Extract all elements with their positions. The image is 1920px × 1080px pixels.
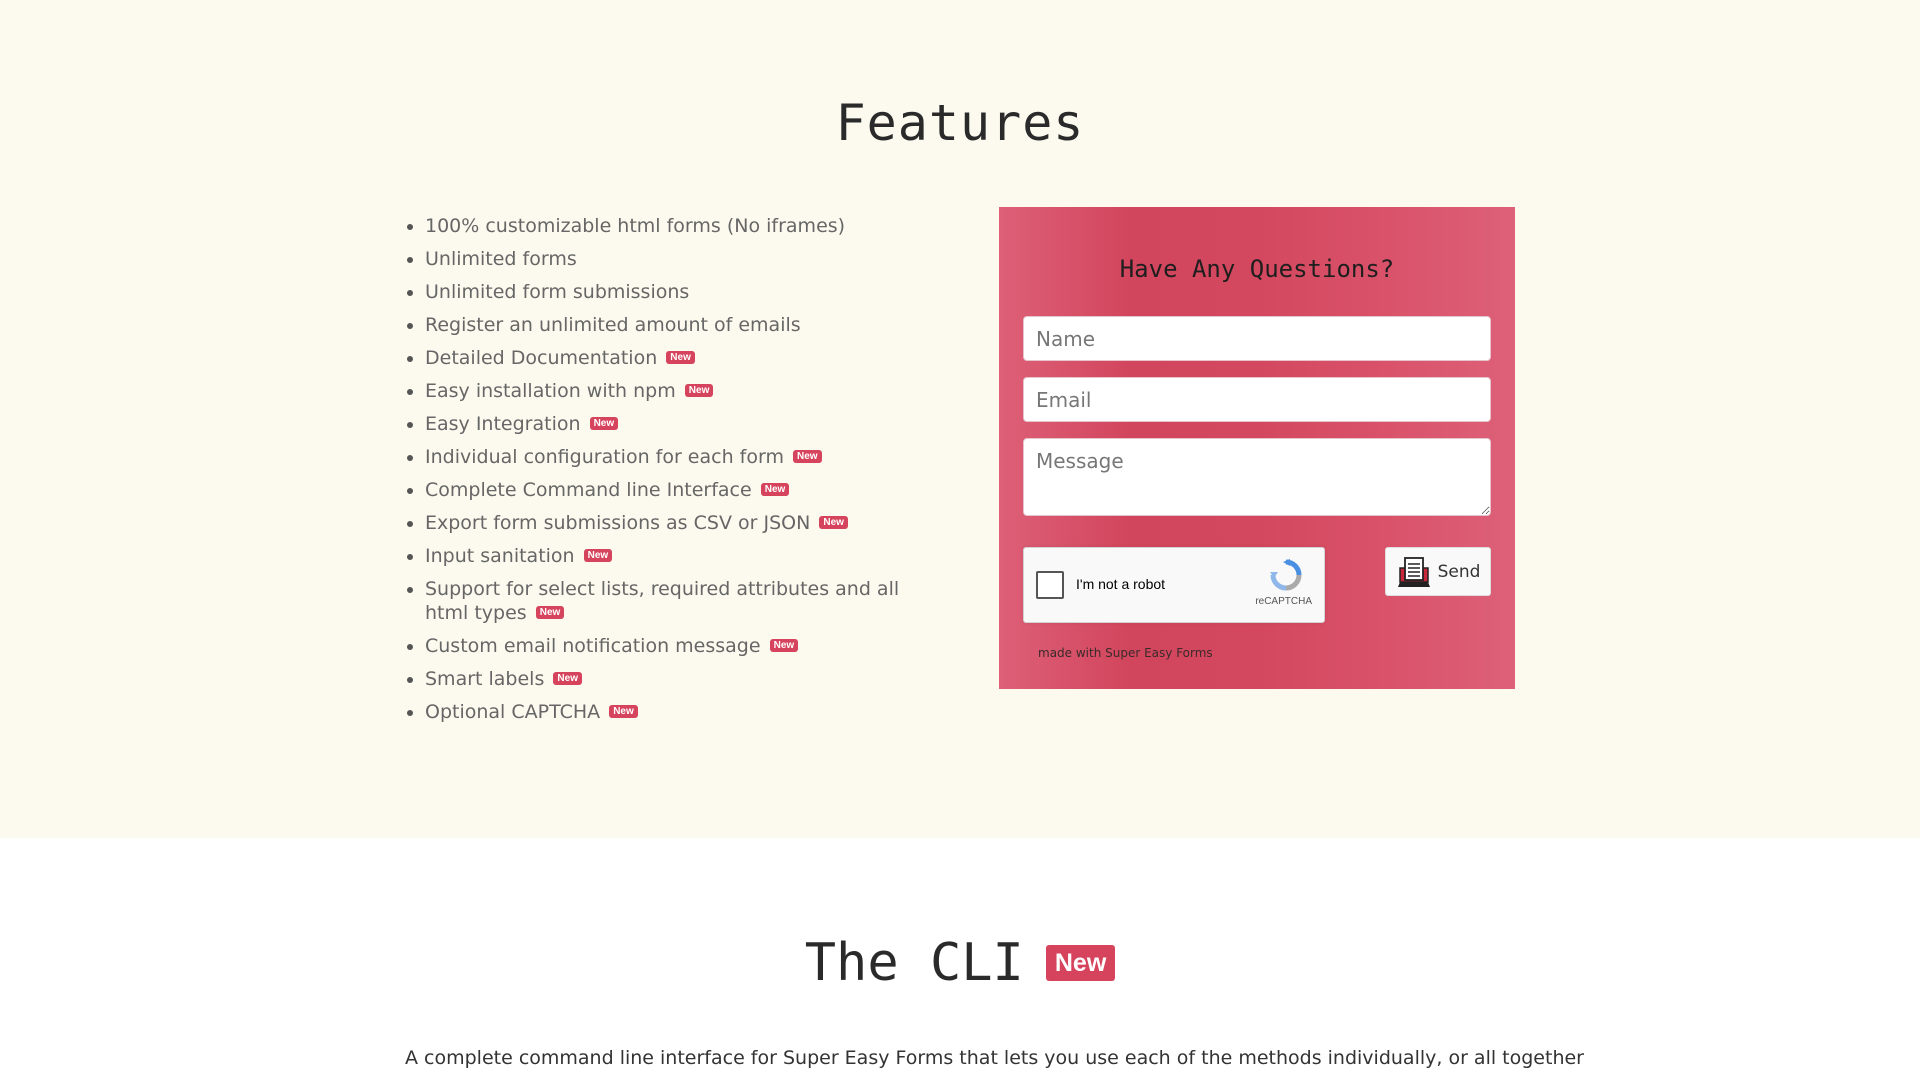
feature-text: Smart labels	[425, 668, 545, 690]
new-badge: New	[666, 351, 695, 364]
recaptcha-logo-icon	[1270, 559, 1302, 591]
feature-text: Export form submissions as CSV or JSON	[425, 512, 811, 534]
recaptcha-checkbox[interactable]	[1036, 571, 1064, 599]
recaptcha-brand: reCAPTCHA	[1255, 596, 1312, 607]
new-badge: New	[553, 672, 582, 685]
feature-list-item: Complete Command line Interface New	[425, 478, 945, 502]
feature-list-item: Easy Integration New	[425, 412, 945, 436]
new-badge: New	[819, 516, 848, 529]
send-label: Send	[1437, 561, 1481, 582]
new-badge: New	[609, 705, 638, 718]
feature-text: Unlimited form submissions	[425, 281, 690, 303]
feature-list-item: Detailed Documentation New	[425, 346, 945, 370]
feature-text: 100% customizable html forms (No iframes…	[425, 215, 846, 237]
cli-title-text: The CLI	[804, 933, 1024, 993]
feature-list-item: Unlimited forms	[425, 247, 945, 271]
new-badge: New	[583, 549, 613, 562]
recaptcha-widget: I'm not a robot reCAPTCHA	[1023, 547, 1325, 623]
feature-list-item: Custom email notification message New	[425, 634, 945, 658]
cli-description: A complete command line interface for Su…	[405, 1047, 1584, 1069]
feature-text: Easy installation with npm	[425, 380, 676, 402]
feature-list-item: Individual configuration for each form N…	[425, 445, 945, 469]
message-field[interactable]	[1023, 438, 1491, 516]
recaptcha-label: I'm not a robot	[1076, 576, 1166, 592]
contact-form-panel: Have Any Questions? I'm not a robot reCA…	[999, 207, 1515, 689]
cli-title: The CLI New	[0, 933, 1920, 993]
feature-list-item: Support for select lists, required attri…	[425, 577, 945, 625]
new-badge: New	[535, 606, 565, 619]
send-button[interactable]: Send	[1385, 547, 1491, 596]
feature-text: Detailed Documentation	[425, 347, 658, 369]
mail-tray-icon	[1397, 556, 1430, 587]
feature-text: Support for select lists, required attri…	[425, 578, 900, 624]
features-title: Features	[835, 94, 1085, 152]
feature-list-item: Unlimited form submissions	[425, 280, 945, 304]
feature-text: Complete Command line Interface	[425, 479, 752, 501]
feature-list-item: 100% customizable html forms (No iframes…	[425, 214, 945, 238]
cli-new-badge: New	[1045, 945, 1116, 981]
feature-list-item: Register an unlimited amount of emails	[425, 313, 945, 337]
feature-text: Optional CAPTCHA	[425, 701, 601, 723]
feature-text: Custom email notification message	[425, 635, 761, 657]
feature-list: 100% customizable html forms (No iframes…	[403, 214, 945, 733]
email-field[interactable]	[1023, 377, 1491, 422]
feature-list-item: Optional CAPTCHA New	[425, 700, 945, 724]
feature-list-item: Export form submissions as CSV or JSON N…	[425, 511, 945, 535]
new-badge: New	[684, 384, 714, 397]
feature-text: Individual configuration for each form	[425, 446, 784, 468]
feature-list-item: Input sanitation New	[425, 544, 945, 568]
new-badge: New	[589, 417, 619, 430]
feature-text: Input sanitation	[425, 545, 575, 567]
new-badge: New	[793, 450, 822, 463]
new-badge: New	[769, 639, 799, 652]
new-badge: New	[760, 483, 790, 496]
name-field[interactable]	[1023, 316, 1491, 361]
features-section: Features 100% customizable html forms (N…	[0, 0, 1920, 838]
form-title: Have Any Questions?	[1119, 255, 1395, 283]
feature-text: Unlimited forms	[425, 248, 577, 270]
made-with-credit: made with Super Easy Forms	[1038, 646, 1213, 660]
feature-list-item: Easy installation with npm New	[425, 379, 945, 403]
feature-text: Register an unlimited amount of emails	[425, 314, 801, 336]
feature-list-item: Smart labels New	[425, 667, 945, 691]
feature-text: Easy Integration	[425, 413, 581, 435]
